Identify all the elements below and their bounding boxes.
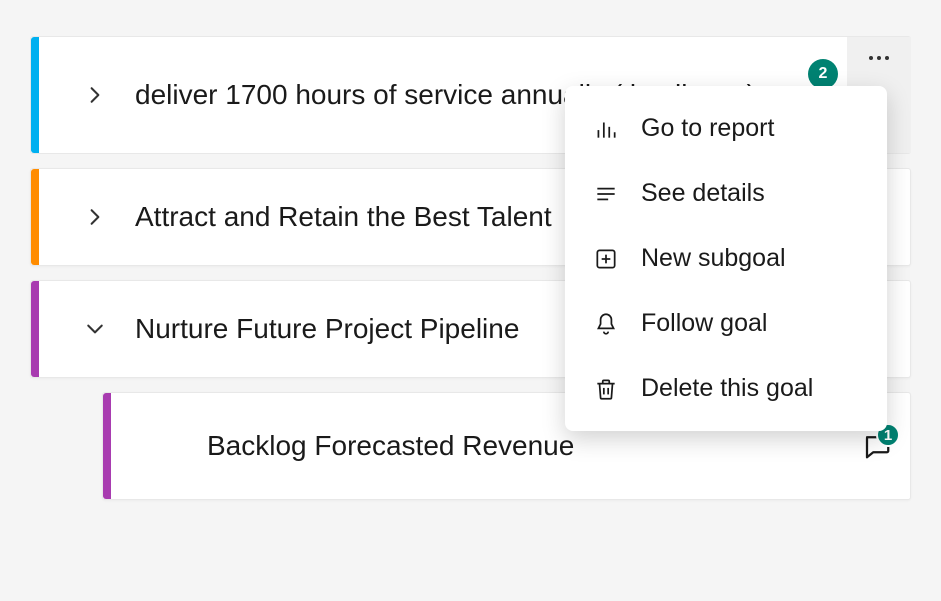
expand-toggle[interactable] xyxy=(79,313,111,345)
menu-item-follow-goal[interactable]: Follow goal xyxy=(565,291,887,356)
details-icon xyxy=(593,181,619,207)
goal-status-bar xyxy=(31,169,39,265)
goal-title[interactable]: Backlog Forecasted Revenue xyxy=(207,427,862,466)
follow-icon xyxy=(593,311,619,337)
menu-item-label: Go to report xyxy=(641,114,774,143)
menu-item-label: Follow goal xyxy=(641,309,767,338)
goal-context-menu: Go to report See details New subgoal xyxy=(565,86,887,431)
goal-status-bar xyxy=(103,393,111,499)
chevron-right-icon xyxy=(86,86,104,104)
expand-toggle[interactable] xyxy=(79,201,111,233)
comments-button[interactable]: 1 xyxy=(862,431,892,461)
goal-status-bar xyxy=(31,37,39,153)
more-horizontal-icon xyxy=(868,55,890,61)
add-subgoal-icon xyxy=(593,246,619,272)
menu-item-see-details[interactable]: See details xyxy=(565,161,887,226)
menu-item-go-to-report[interactable]: Go to report xyxy=(565,96,887,161)
goal-status-bar xyxy=(31,281,39,377)
report-icon xyxy=(593,116,619,142)
menu-item-label: See details xyxy=(641,179,765,208)
menu-item-new-subgoal[interactable]: New subgoal xyxy=(565,226,887,291)
chevron-right-icon xyxy=(86,208,104,226)
menu-item-delete-goal[interactable]: Delete this goal xyxy=(565,356,887,421)
count-badge: 2 xyxy=(808,59,838,89)
menu-item-label: Delete this goal xyxy=(641,374,813,403)
delete-icon xyxy=(593,376,619,402)
expand-toggle[interactable] xyxy=(79,79,111,111)
chevron-down-icon xyxy=(86,320,104,338)
menu-item-label: New subgoal xyxy=(641,244,786,273)
